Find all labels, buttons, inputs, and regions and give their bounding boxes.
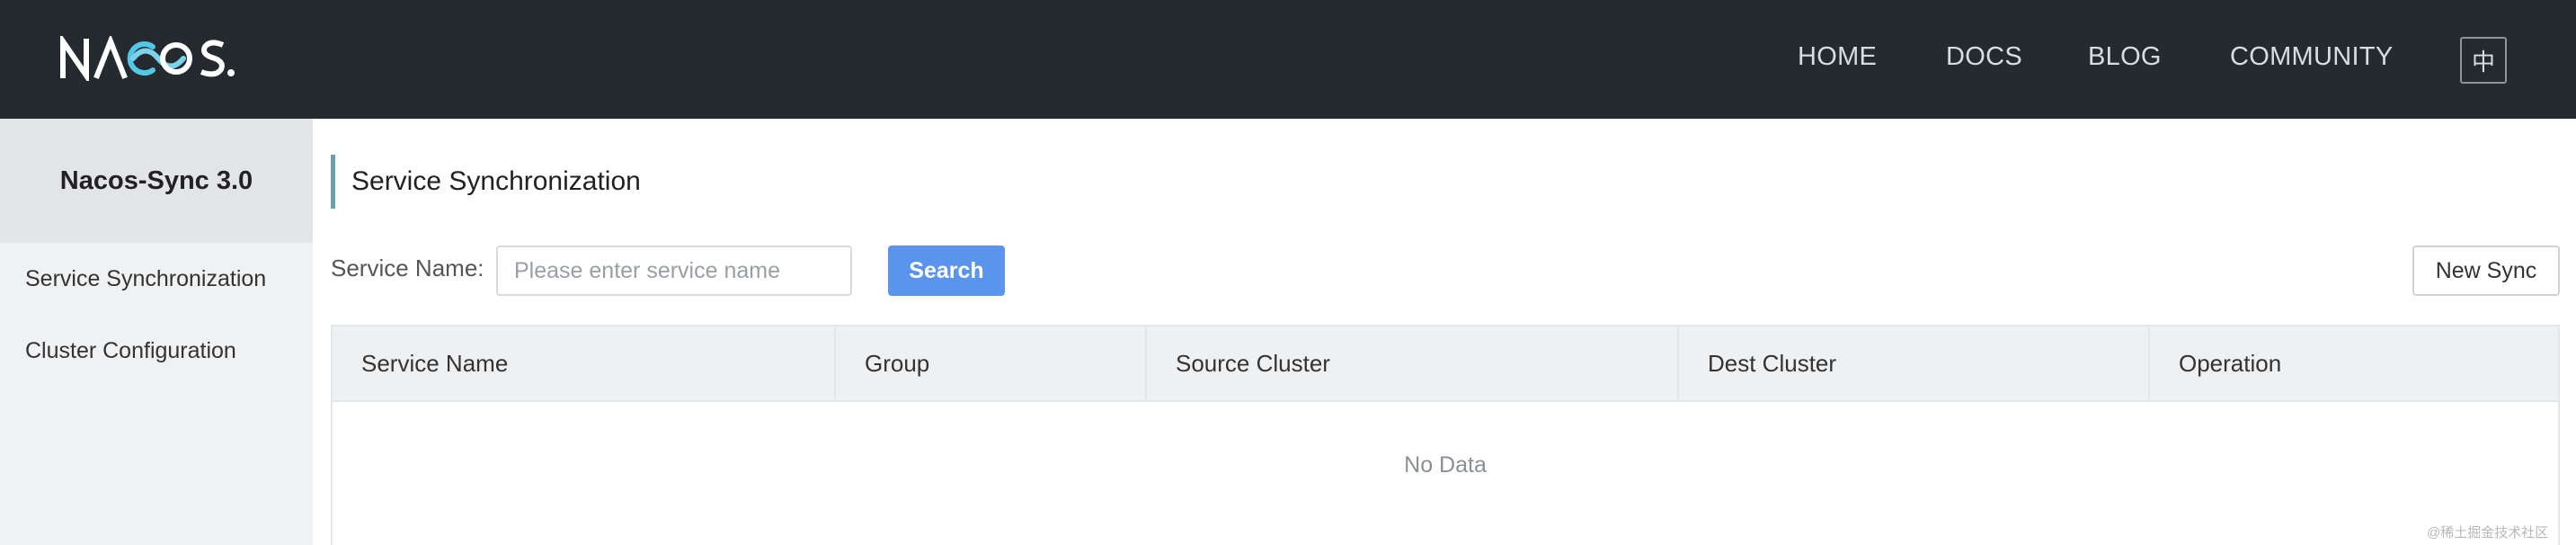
empty-state-text: No Data [1404,452,1487,478]
sidebar-item-service-synchronization[interactable]: Service Synchronization [25,266,266,292]
column-header-group: Group [836,326,1147,400]
search-button[interactable]: Search [888,246,1005,296]
new-sync-button[interactable]: New Sync [2412,246,2560,296]
main-content: Service Synchronization Service Name: Se… [313,119,2576,545]
page-title: Service Synchronization [331,155,641,209]
nav-blog-link[interactable]: BLOG [2088,42,2162,72]
sidebar-item-cluster-configuration[interactable]: Cluster Configuration [25,338,236,364]
nacos-logo[interactable] [59,36,235,81]
top-navbar: HOME DOCS BLOG COMMUNITY 中 [0,0,2576,119]
column-header-dest-cluster: Dest Cluster [1679,326,2150,400]
language-toggle-button[interactable]: 中 [2460,37,2507,84]
nav-docs-link[interactable]: DOCS [1946,42,2022,72]
service-sync-table: Service Name Group Source Cluster Dest C… [331,325,2560,545]
watermark: @稀土掘金技术社区 [2427,525,2549,541]
sidebar: Nacos-Sync 3.0 Service Synchronization C… [0,119,313,545]
service-name-search-input[interactable] [496,246,852,296]
column-header-operation: Operation [2179,349,2282,377]
column-header-source-cluster: Source Cluster [1147,326,1679,400]
table-header: Service Name Group Source Cluster Dest C… [333,326,2558,402]
column-header-service-name: Service Name [333,326,836,400]
sidebar-title: Nacos-Sync 3.0 [0,119,313,243]
service-name-label: Service Name: [331,255,484,281]
nav-community-link[interactable]: COMMUNITY [2230,42,2394,72]
nav-home-link[interactable]: HOME [1798,42,1877,72]
